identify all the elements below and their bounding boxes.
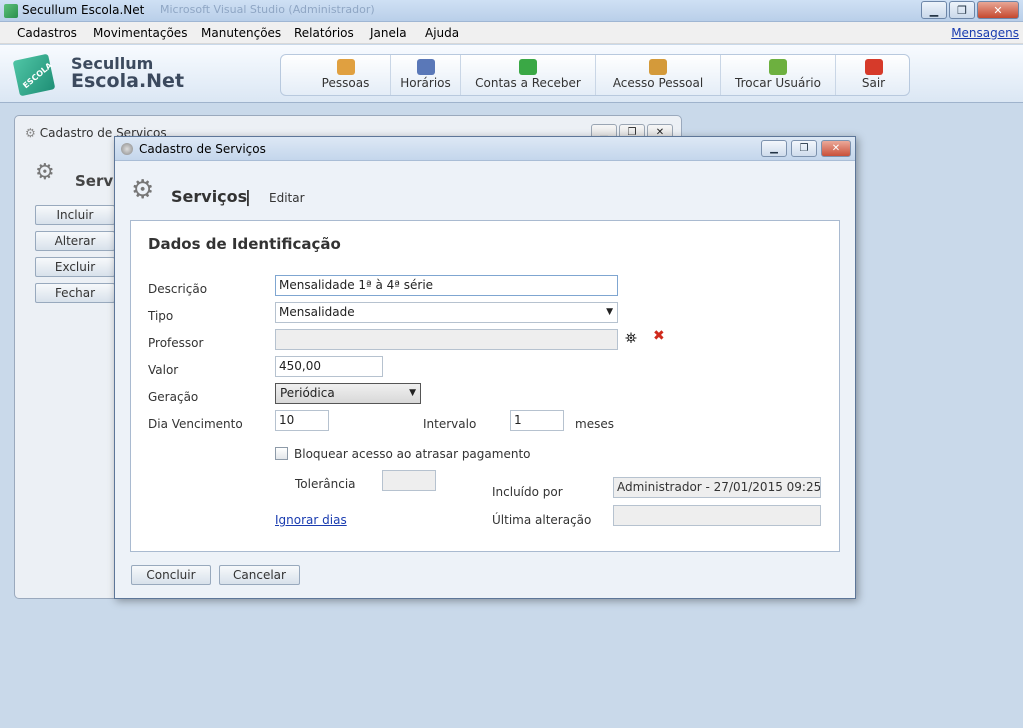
toolbar-button-label: Sair xyxy=(861,76,886,90)
toolbar-horarios-button[interactable]: Horários xyxy=(391,55,461,95)
chevron-down-icon: ▼ xyxy=(409,388,416,398)
cancelar-button[interactable]: Cancelar xyxy=(219,565,300,585)
toolbar-strip: Pessoas Horários Contas a Receber Acesso… xyxy=(280,54,910,96)
power-icon xyxy=(864,59,883,75)
messages-link[interactable]: Mensagens xyxy=(951,26,1019,40)
cadastro-servicos-dialog: Cadastro de Serviços ▁ ❐ ✕ ⚙ Serviços | … xyxy=(114,136,856,599)
ultima-alteracao-label: Última alteração xyxy=(492,513,592,527)
clear-icon[interactable]: ✖ xyxy=(653,328,665,344)
bloquear-checkbox[interactable] xyxy=(275,447,288,460)
binoculars-icon[interactable]: ⛯ xyxy=(625,329,637,347)
tipo-label: Tipo xyxy=(148,309,174,323)
tolerancia-label: Tolerância xyxy=(295,477,356,491)
section-title: Dados de Identificação xyxy=(148,235,341,253)
access-icon xyxy=(649,59,667,75)
dialog-title: Cadastro de Serviços xyxy=(139,142,266,156)
toolbar-button-label: Contas a Receber xyxy=(475,76,581,90)
bloquear-label: Bloquear acesso ao atrasar pagamento xyxy=(294,447,531,461)
alterar-button[interactable]: Alterar xyxy=(35,231,115,251)
menu-bar: Cadastros Movimentações Manutenções Rela… xyxy=(0,22,1023,44)
receivable-icon xyxy=(519,59,537,75)
dialog-header: Serviços xyxy=(171,187,248,206)
minimize-button[interactable]: ▁ xyxy=(921,1,947,19)
toolbar-acesso-pessoal-button[interactable]: Acesso Pessoal xyxy=(596,55,721,95)
dialog-window-controls: ▁ ❐ ✕ xyxy=(757,140,851,157)
dialog-titlebar: Cadastro de Serviços ▁ ❐ ✕ xyxy=(115,137,855,161)
gear-icon: ⚙ xyxy=(131,175,155,205)
identification-panel: Dados de Identificação Descrição Mensali… xyxy=(130,220,840,552)
intervalo-input[interactable]: 1 xyxy=(510,410,564,431)
dialog-close-button[interactable]: ✕ xyxy=(821,140,851,157)
header-separator: | xyxy=(245,187,251,206)
background-heading: Servi xyxy=(75,172,119,190)
professor-input[interactable] xyxy=(275,329,618,350)
descricao-input[interactable]: Mensalidade 1ª à 4ª série xyxy=(275,275,618,296)
brand-line2: Escola.Net xyxy=(71,70,185,92)
restore-button[interactable]: ❐ xyxy=(949,1,975,19)
gear-icon: ⚙ xyxy=(25,126,36,140)
toolbar-trocar-usuario-button[interactable]: Trocar Usuário xyxy=(721,55,836,95)
toolbar-button-label: Pessoas xyxy=(321,76,370,90)
incluido-por-label: Incluído por xyxy=(492,485,563,499)
professor-label: Professor xyxy=(148,336,204,350)
meses-label: meses xyxy=(575,417,614,431)
close-button[interactable]: ✕ xyxy=(977,1,1019,19)
geracao-label: Geração xyxy=(148,390,199,404)
tipo-select[interactable]: Mensalidade ▼ xyxy=(275,302,618,323)
menu-manutencoes[interactable]: Manutenções xyxy=(201,26,281,40)
escola-logo: ESCOLA xyxy=(12,53,62,97)
menu-ajuda[interactable]: Ajuda xyxy=(425,26,459,40)
ignorar-dias-link[interactable]: Ignorar dias xyxy=(275,513,347,527)
toolbar-button-label: Trocar Usuário xyxy=(735,76,821,90)
toolbar-button-label: Acesso Pessoal xyxy=(612,76,704,90)
dia-vencimento-label: Dia Vencimento xyxy=(148,417,243,431)
toolbar-contas-receber-button[interactable]: Contas a Receber xyxy=(461,55,596,95)
dialog-restore-button[interactable]: ❐ xyxy=(791,140,817,157)
chevron-down-icon: ▼ xyxy=(606,307,613,317)
app-titlebar: Secullum Escola.Net Microsoft Visual Stu… xyxy=(0,0,1023,22)
edit-mode-label: Editar xyxy=(269,191,305,205)
incluir-button[interactable]: Incluir xyxy=(35,205,115,225)
ultima-alteracao-input xyxy=(613,505,821,526)
toolbar-pessoas-button[interactable]: Pessoas xyxy=(301,55,391,95)
tolerancia-input[interactable] xyxy=(382,470,436,491)
menu-relatorios[interactable]: Relatórios xyxy=(294,26,354,40)
menu-cadastros[interactable]: Cadastros xyxy=(17,26,77,40)
toolbar-sair-button[interactable]: Sair xyxy=(836,55,911,95)
excluir-button[interactable]: Excluir xyxy=(35,257,115,277)
concluir-button[interactable]: Concluir xyxy=(131,565,211,585)
dia-vencimento-input[interactable]: 10 xyxy=(275,410,329,431)
dialog-minimize-button[interactable]: ▁ xyxy=(761,140,787,157)
intervalo-label: Intervalo xyxy=(423,417,477,431)
valor-input[interactable]: 450,00 xyxy=(275,356,383,377)
background-window-title: Microsoft Visual Studio (Administrador) xyxy=(160,3,375,16)
gear-icon xyxy=(121,143,133,155)
fechar-button[interactable]: Fechar xyxy=(35,283,115,303)
app-window-controls: ▁ ❐ ✕ xyxy=(919,1,1019,19)
geracao-value: Periódica xyxy=(280,386,335,400)
geracao-select[interactable]: Periódica ▼ xyxy=(275,383,421,404)
menu-movimentacoes[interactable]: Movimentações xyxy=(93,26,187,40)
toolbar: ESCOLA Secullum Escola.Net Pessoas Horár… xyxy=(0,45,1023,103)
toolbar-button-label: Horários xyxy=(400,76,451,90)
app-icon xyxy=(4,4,18,18)
tipo-value: Mensalidade xyxy=(279,305,355,319)
switch-user-icon xyxy=(769,59,787,75)
people-icon xyxy=(336,59,355,75)
menu-janela[interactable]: Janela xyxy=(370,26,407,40)
calendar-icon xyxy=(416,59,435,75)
descricao-label: Descrição xyxy=(148,282,208,296)
incluido-por-input: Administrador - 27/01/2015 09:25: xyxy=(613,477,821,498)
valor-label: Valor xyxy=(148,363,179,377)
gear-icon: ⚙ xyxy=(35,160,55,185)
app-title: Secullum Escola.Net xyxy=(22,3,145,17)
